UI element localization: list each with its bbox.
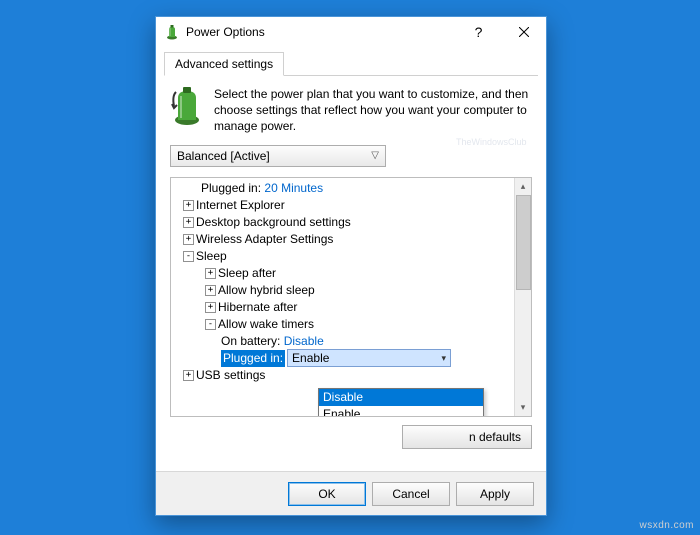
tree-scrollbar[interactable]: ▴ ▾ — [514, 178, 531, 416]
tree-label: Allow hybrid sleep — [218, 282, 315, 299]
power-options-icon — [164, 24, 180, 40]
tab-advanced-settings[interactable]: Advanced settings — [164, 52, 284, 76]
chevron-down-icon: ▾ — [442, 350, 447, 367]
power-plan-icon — [170, 86, 204, 135]
tree-label: USB settings — [196, 367, 265, 384]
chevron-down-icon: ▽ — [371, 150, 379, 161]
scroll-thumb[interactable] — [516, 195, 531, 290]
ok-button[interactable]: OK — [288, 482, 366, 506]
tree-label: Hibernate after — [218, 299, 297, 316]
dropdown-option-disable[interactable]: Disable — [319, 389, 483, 406]
settings-tree: Plugged in: 20 Minutes + Internet Explor… — [170, 177, 532, 417]
expand-icon[interactable]: + — [205, 302, 216, 313]
wake-timer-dropdown-list[interactable]: Disable Enable Important Wake Timers Onl… — [318, 388, 484, 417]
tree-label: Wireless Adapter Settings — [196, 231, 333, 248]
tree-row-wake-timers[interactable]: - Allow wake timers — [173, 316, 513, 333]
tree-value-link[interactable]: Disable — [284, 333, 324, 350]
tree-label: Allow wake timers — [218, 316, 314, 333]
expand-icon[interactable]: + — [183, 234, 194, 245]
wake-timer-select[interactable]: Enable ▾ — [287, 349, 451, 367]
power-options-dialog: Power Options ? Advanced settings — [155, 16, 547, 516]
tree-row-plugged-in-wake[interactable]: Plugged in: Enable ▾ — [173, 350, 513, 367]
apply-button[interactable]: Apply — [456, 482, 534, 506]
dropdown-option-enable[interactable]: Enable — [319, 406, 483, 417]
tree-value-link[interactable]: 20 Minutes — [264, 180, 323, 197]
expand-icon[interactable]: + — [183, 217, 194, 228]
wake-timer-value: Enable — [292, 350, 329, 367]
expand-icon[interactable]: + — [183, 370, 194, 381]
tree-label: Plugged in: — [201, 180, 261, 197]
tree-row-hybrid-sleep[interactable]: + Allow hybrid sleep — [173, 282, 513, 299]
tree-row-usb-settings[interactable]: + USB settings — [173, 367, 513, 384]
titlebar[interactable]: Power Options ? — [156, 17, 546, 47]
expand-icon[interactable]: + — [205, 268, 216, 279]
help-button[interactable]: ? — [456, 17, 501, 47]
tree-label: Internet Explorer — [196, 197, 285, 214]
tree-label-selected: Plugged in: — [221, 350, 285, 367]
intro-text: Select the power plan that you want to c… — [214, 86, 532, 135]
tree-row-wireless-adapter[interactable]: + Wireless Adapter Settings — [173, 231, 513, 248]
cancel-button[interactable]: Cancel — [372, 482, 450, 506]
watermark-twc: TheWindowsClub — [456, 137, 527, 147]
power-plan-selected: Balanced [Active] — [177, 149, 270, 163]
tree-row-desktop-background[interactable]: + Desktop background settings — [173, 214, 513, 231]
tree-label: Sleep — [196, 248, 227, 265]
tab-strip: Advanced settings — [164, 51, 538, 76]
window-title: Power Options — [186, 25, 265, 39]
expand-icon[interactable]: + — [205, 285, 216, 296]
tree-row-sleep[interactable]: - Sleep — [173, 248, 513, 265]
tree-label: Desktop background settings — [196, 214, 351, 231]
scroll-down-icon[interactable]: ▾ — [515, 399, 531, 416]
tree-row-internet-explorer[interactable]: + Internet Explorer — [173, 197, 513, 214]
page-watermark: wsxdn.com — [639, 520, 694, 531]
expand-icon[interactable]: + — [183, 200, 194, 211]
tree-row-sleep-after[interactable]: + Sleep after — [173, 265, 513, 282]
power-plan-select[interactable]: Balanced [Active] ▽ — [170, 145, 386, 167]
close-button[interactable] — [501, 17, 546, 47]
tree-row-on-battery[interactable]: On battery: Disable — [173, 333, 513, 350]
scroll-up-icon[interactable]: ▴ — [515, 178, 531, 195]
dialog-footer: OK Cancel Apply — [156, 471, 546, 515]
tree-label: On battery: — [221, 333, 280, 350]
collapse-icon[interactable]: - — [183, 251, 194, 262]
restore-defaults-button[interactable]: n defaults — [402, 425, 532, 449]
close-icon — [519, 27, 529, 37]
collapse-icon[interactable]: - — [205, 319, 216, 330]
tree-label: Sleep after — [218, 265, 276, 282]
tree-row-hibernate-after[interactable]: + Hibernate after — [173, 299, 513, 316]
tree-row-plugged-in-minutes[interactable]: Plugged in: 20 Minutes — [173, 180, 513, 197]
